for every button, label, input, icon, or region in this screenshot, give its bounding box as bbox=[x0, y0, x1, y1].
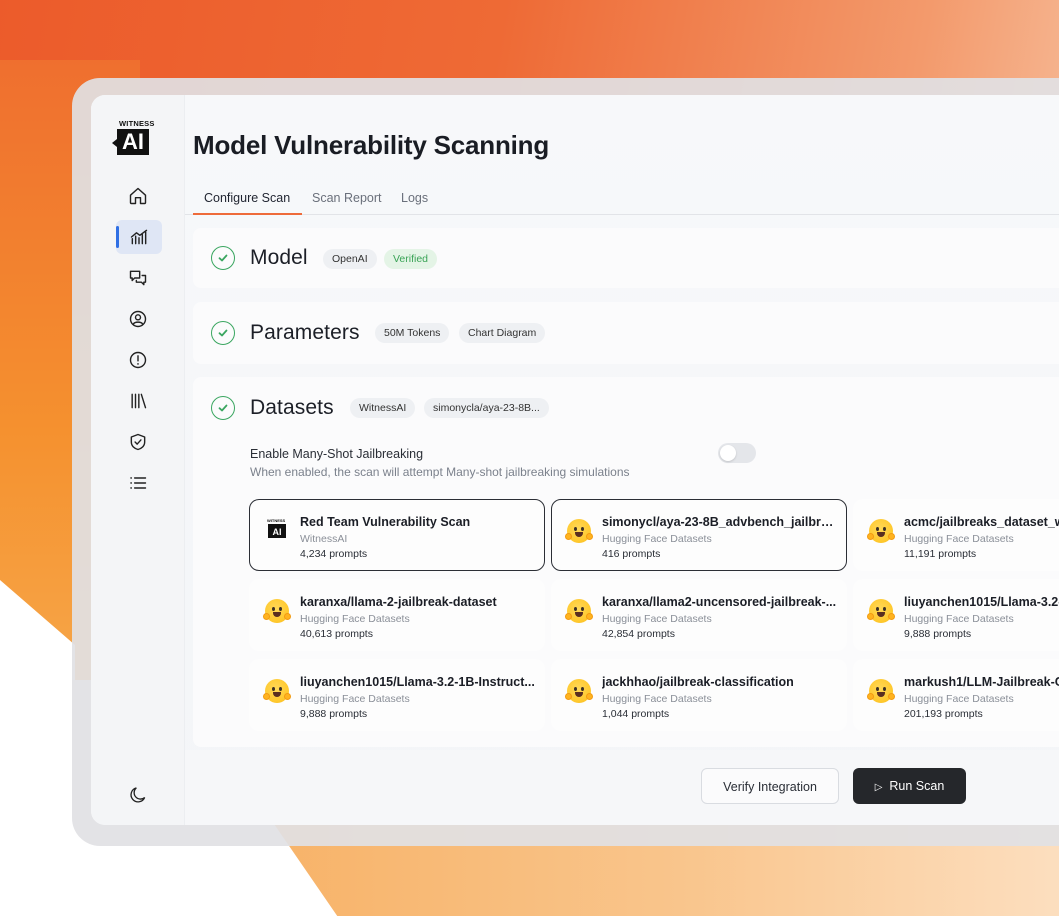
sidebar-item-analytics[interactable] bbox=[116, 220, 162, 254]
verified-badge: Verified bbox=[384, 249, 438, 269]
datasets-section-title: Datasets bbox=[250, 396, 334, 419]
tab-bar: Configure Scan Scan Report Logs bbox=[185, 185, 1059, 215]
witnessai-chip: WitnessAI bbox=[350, 398, 416, 418]
datasets-section: Datasets WitnessAI simonycla/aya-23-8B..… bbox=[193, 377, 1059, 747]
dataset-title: simonycl/aya-23-8B_advbench_jailbre... bbox=[602, 515, 838, 529]
sidebar-item-chat[interactable] bbox=[120, 261, 156, 295]
dataset-prompts: 9,888 prompts bbox=[300, 708, 368, 720]
verify-integration-button[interactable]: Verify Integration bbox=[701, 768, 839, 804]
dataset-card[interactable]: karanxa/llama2-uncensored-jailbreak-... … bbox=[551, 579, 847, 651]
analytics-icon bbox=[130, 229, 148, 245]
dataset-card[interactable]: acmc/jailbreaks_dataset_w Hugging Face D… bbox=[853, 499, 1059, 571]
many-shot-label: Enable Many-Shot Jailbreaking bbox=[250, 447, 424, 461]
dataset-title: karanxa/llama-2-jailbreak-dataset bbox=[300, 595, 497, 609]
dataset-source: Hugging Face Datasets bbox=[602, 533, 712, 545]
dataset-source: Hugging Face Datasets bbox=[300, 613, 410, 625]
theme-toggle[interactable] bbox=[128, 785, 148, 805]
dataset-source: WitnessAI bbox=[300, 533, 348, 545]
parameters-section[interactable]: Parameters 50M Tokens Chart Diagram bbox=[193, 302, 1059, 364]
page-title: Model Vulnerability Scanning bbox=[193, 130, 550, 160]
shield-check-icon bbox=[130, 433, 146, 451]
dataset-prompts: 4,234 prompts bbox=[300, 548, 368, 560]
moon-icon bbox=[130, 787, 146, 803]
witnessai-logo-icon: AI bbox=[264, 518, 290, 544]
alert-icon bbox=[129, 351, 147, 369]
dataset-chip: simonycla/aya-23-8B... bbox=[424, 398, 549, 418]
tab-logs[interactable]: Logs bbox=[401, 191, 428, 205]
check-circle-icon bbox=[211, 321, 235, 345]
sidebar-item-users[interactable] bbox=[120, 302, 156, 336]
model-section-title: Model bbox=[250, 246, 308, 269]
run-scan-label: Run Scan bbox=[889, 779, 945, 793]
dataset-source: Hugging Face Datasets bbox=[904, 613, 1014, 625]
hugging-face-icon bbox=[867, 518, 895, 544]
many-shot-description: When enabled, the scan will attempt Many… bbox=[250, 465, 630, 479]
dataset-source: Hugging Face Datasets bbox=[904, 533, 1014, 545]
parameters-section-title: Parameters bbox=[250, 321, 360, 344]
hugging-face-icon bbox=[565, 678, 593, 704]
home-icon bbox=[129, 187, 147, 205]
app-window: WITNESS AI Model Vulnerability Scanning … bbox=[91, 95, 1059, 825]
dataset-title: Red Team Vulnerability Scan bbox=[300, 515, 471, 529]
tokens-chip: 50M Tokens bbox=[375, 323, 450, 343]
dataset-card[interactable]: liuyanchen1015/Llama-3.2-1B-Instruct... … bbox=[249, 659, 545, 731]
sidebar-item-alerts[interactable] bbox=[120, 343, 156, 377]
dataset-prompts: 201,193 prompts bbox=[904, 708, 983, 720]
hugging-face-icon bbox=[867, 598, 895, 624]
chart-diagram-chip: Chart Diagram bbox=[459, 323, 546, 343]
dataset-source: Hugging Face Datasets bbox=[602, 613, 712, 625]
dataset-source: Hugging Face Datasets bbox=[602, 693, 712, 705]
list-icon bbox=[130, 477, 147, 489]
sidebar-item-list[interactable] bbox=[120, 466, 156, 500]
sidebar: WITNESS AI bbox=[91, 95, 185, 825]
sidebar-item-security[interactable] bbox=[120, 425, 156, 459]
tab-scan-report[interactable]: Scan Report bbox=[312, 191, 381, 205]
dataset-card[interactable]: markush1/LLM-Jailbreak-C Hugging Face Da… bbox=[853, 659, 1059, 731]
action-footer: Verify Integration ▷ Run Scan bbox=[185, 750, 1059, 825]
dataset-source: Hugging Face Datasets bbox=[300, 693, 410, 705]
main-content: Model Vulnerability Scanning Configure S… bbox=[185, 95, 1059, 825]
play-icon: ▷ bbox=[874, 782, 883, 793]
dataset-title: liuyanchen1015/Llama-3.2-1B-Instruct... bbox=[300, 675, 535, 689]
hugging-face-icon bbox=[263, 598, 291, 624]
dataset-title: markush1/LLM-Jailbreak-C bbox=[904, 675, 1059, 689]
many-shot-toggle[interactable] bbox=[718, 443, 756, 463]
hugging-face-icon bbox=[565, 518, 593, 544]
chat-icon bbox=[129, 270, 147, 286]
model-provider-chip: OpenAI bbox=[323, 249, 377, 269]
hugging-face-icon bbox=[565, 598, 593, 624]
run-scan-button[interactable]: ▷ Run Scan bbox=[853, 768, 966, 804]
dataset-card[interactable]: jackhhao/jailbreak-classification Huggin… bbox=[551, 659, 847, 731]
dataset-prompts: 9,888 prompts bbox=[904, 628, 972, 640]
witnessai-logo[interactable]: WITNESS AI bbox=[112, 119, 159, 155]
dataset-prompts: 40,613 prompts bbox=[300, 628, 373, 640]
dataset-card[interactable]: liuyanchen1015/Llama-3.2- Hugging Face D… bbox=[853, 579, 1059, 651]
dataset-card[interactable]: karanxa/llama-2-jailbreak-dataset Huggin… bbox=[249, 579, 545, 651]
dataset-prompts: 416 prompts bbox=[602, 548, 661, 560]
logo-main-text: AI bbox=[112, 129, 149, 155]
model-section[interactable]: Model OpenAI Verified bbox=[193, 228, 1059, 288]
dataset-title: acmc/jailbreaks_dataset_w bbox=[904, 515, 1059, 529]
dataset-prompts: 1,044 prompts bbox=[602, 708, 670, 720]
toggle-knob bbox=[720, 445, 736, 461]
check-circle-icon bbox=[211, 246, 235, 270]
dataset-card[interactable]: simonycl/aya-23-8B_advbench_jailbre... H… bbox=[551, 499, 847, 571]
tab-configure-scan[interactable]: Configure Scan bbox=[204, 191, 290, 205]
sidebar-item-home[interactable] bbox=[120, 179, 156, 213]
dataset-title: jackhhao/jailbreak-classification bbox=[602, 675, 794, 689]
logo-top-text: WITNESS bbox=[119, 119, 155, 128]
dataset-title: liuyanchen1015/Llama-3.2- bbox=[904, 595, 1059, 609]
dataset-title: karanxa/llama2-uncensored-jailbreak-... bbox=[602, 595, 837, 609]
hugging-face-icon bbox=[263, 678, 291, 704]
library-icon bbox=[131, 393, 147, 409]
sidebar-item-library[interactable] bbox=[120, 384, 156, 418]
hugging-face-icon bbox=[867, 678, 895, 704]
user-circle-icon bbox=[129, 310, 147, 328]
dataset-prompts: 11,191 prompts bbox=[904, 548, 977, 560]
check-circle-icon bbox=[211, 396, 235, 420]
dataset-card[interactable]: AI Red Team Vulnerability Scan WitnessAI… bbox=[249, 499, 545, 571]
dataset-source: Hugging Face Datasets bbox=[904, 693, 1014, 705]
dataset-prompts: 42,854 prompts bbox=[602, 628, 675, 640]
active-tab-indicator bbox=[193, 213, 302, 215]
